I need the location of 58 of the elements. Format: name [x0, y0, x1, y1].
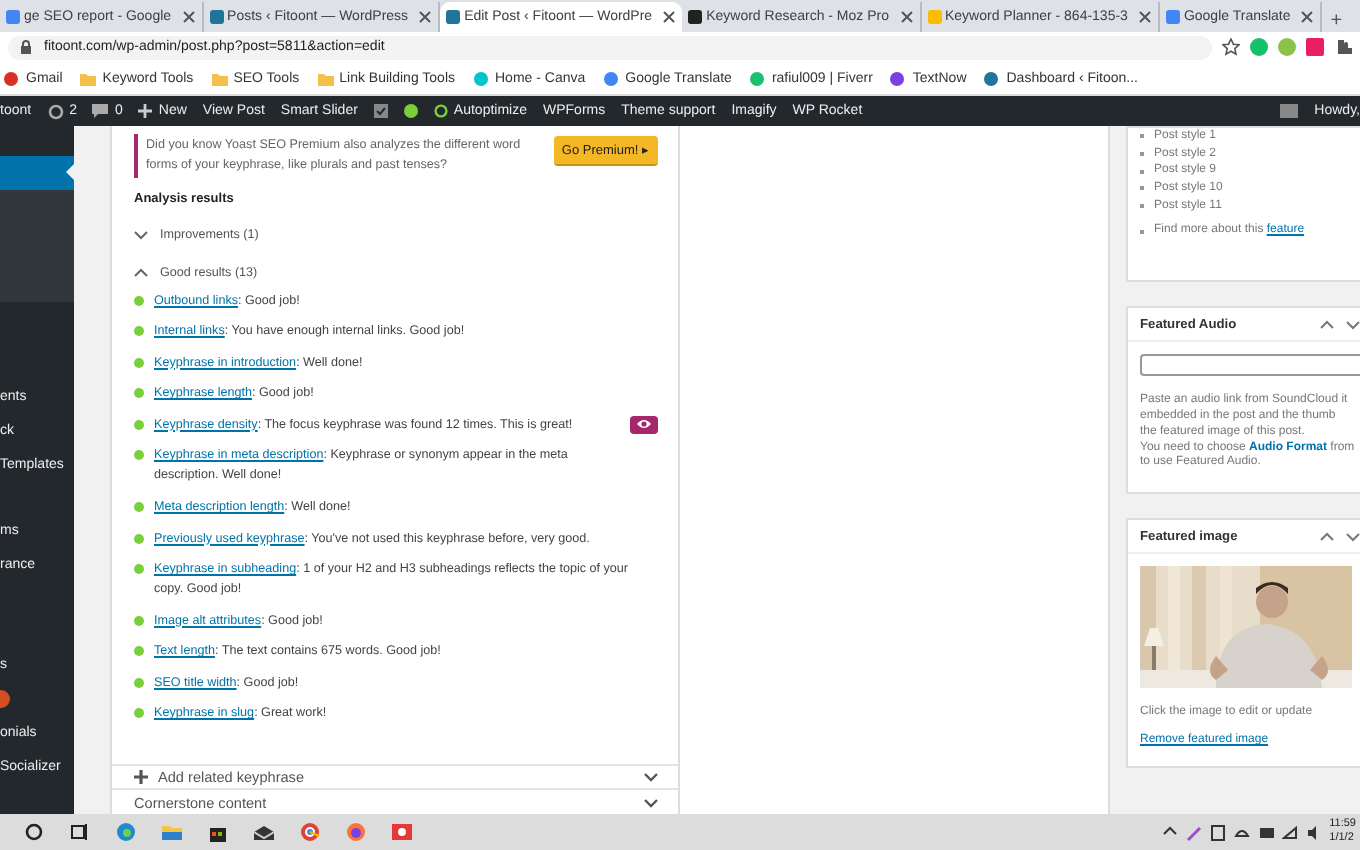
- star-icon[interactable]: [1222, 38, 1240, 56]
- submenu-panel: [0, 190, 74, 302]
- chevron-down-icon: [134, 229, 148, 239]
- volume-icon[interactable]: [1305, 823, 1322, 841]
- folder-icon: [80, 71, 97, 85]
- close-icon[interactable]: [1137, 10, 1152, 24]
- close-icon[interactable]: [418, 10, 433, 24]
- device-icon[interactable]: [1257, 823, 1274, 841]
- task-view-icon[interactable]: [69, 822, 89, 842]
- chevron-down-icon[interactable]: [1346, 319, 1360, 330]
- folder-icon[interactable]: [161, 822, 181, 842]
- chevron-up-icon[interactable]: [1320, 531, 1334, 542]
- plus-icon: [134, 770, 148, 785]
- close-icon[interactable]: [662, 10, 677, 24]
- site-icon: [473, 71, 489, 85]
- new-tab-button[interactable]: +: [1322, 10, 1351, 32]
- site-icon: [890, 71, 907, 85]
- chevron-down-icon[interactable]: [1346, 531, 1360, 542]
- site-icon: [4, 71, 20, 85]
- plus-icon: [138, 104, 153, 118]
- browser-icon[interactable]: [115, 822, 135, 842]
- chrome-icon[interactable]: [299, 822, 319, 842]
- recorder-icon[interactable]: [391, 822, 411, 842]
- site-icon: [603, 71, 620, 85]
- favicon-icon: [6, 10, 20, 24]
- site-icon: [749, 71, 766, 85]
- audio-link-field[interactable]: [1140, 354, 1360, 377]
- favicon-icon: [927, 10, 941, 24]
- site-icon: [984, 71, 1001, 85]
- eye-icon: [636, 418, 652, 431]
- menu-item[interactable]: [0, 156, 74, 190]
- network-icon[interactable]: [1281, 823, 1298, 841]
- seo-icon[interactable]: [373, 104, 388, 118]
- close-icon[interactable]: [1300, 10, 1315, 24]
- pen-icon[interactable]: [1185, 823, 1202, 841]
- ring-icon: [433, 104, 448, 118]
- chevron-up-icon: [134, 267, 148, 277]
- favicon-icon: [1165, 10, 1180, 24]
- favicon-icon: [688, 10, 703, 24]
- store-icon[interactable]: [207, 822, 227, 842]
- favicon-icon: [209, 10, 224, 24]
- folder-icon: [317, 71, 334, 85]
- lock-icon: [20, 40, 32, 54]
- close-icon[interactable]: [181, 10, 196, 24]
- chevron-up-icon[interactable]: [1320, 319, 1334, 330]
- search-icon[interactable]: [23, 822, 43, 842]
- status-dot-icon: [403, 104, 418, 118]
- highlight-button[interactable]: [630, 415, 658, 434]
- update-icon: [47, 103, 64, 119]
- favicon-icon: [446, 10, 461, 24]
- folder-icon: [211, 71, 228, 85]
- comment-icon: [92, 104, 109, 118]
- screen-icon[interactable]: [1280, 104, 1299, 118]
- document-icon[interactable]: [1209, 823, 1226, 841]
- puzzle-icon[interactable]: [1334, 38, 1352, 56]
- firefox-icon[interactable]: [345, 822, 365, 842]
- close-icon[interactable]: [899, 10, 913, 24]
- mail-icon[interactable]: [253, 822, 273, 842]
